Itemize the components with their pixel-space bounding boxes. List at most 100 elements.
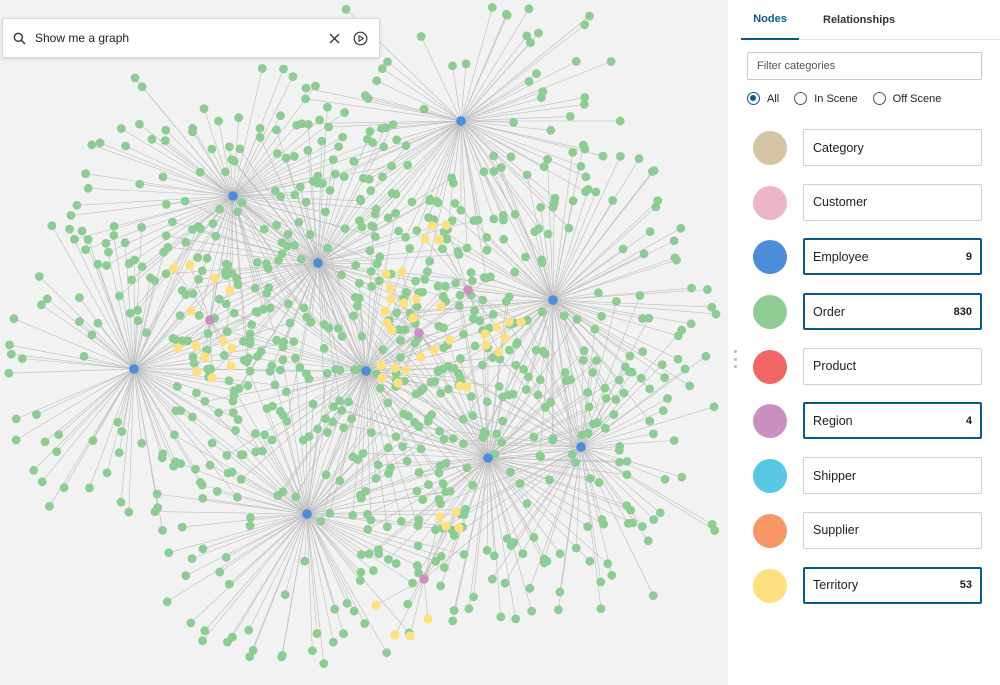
employee-node[interactable]: [313, 258, 323, 268]
order-node[interactable]: [462, 463, 472, 473]
order-node[interactable]: [548, 434, 558, 443]
employee-node[interactable]: [361, 366, 371, 376]
tab-relationships[interactable]: Relationships: [799, 0, 895, 40]
order-node[interactable]: [580, 100, 589, 109]
order-node[interactable]: [263, 264, 273, 273]
order-node[interactable]: [546, 125, 556, 135]
territory-node[interactable]: [390, 630, 400, 640]
order-node[interactable]: [308, 399, 318, 409]
order-node[interactable]: [435, 426, 444, 436]
order-node[interactable]: [316, 516, 326, 526]
order-node[interactable]: [676, 223, 686, 233]
order-node[interactable]: [180, 196, 190, 206]
order-node[interactable]: [47, 221, 57, 231]
order-node[interactable]: [414, 515, 424, 525]
order-node[interactable]: [372, 76, 382, 86]
order-node[interactable]: [93, 259, 103, 269]
order-node[interactable]: [198, 544, 208, 554]
order-node[interactable]: [449, 364, 459, 373]
order-node[interactable]: [459, 510, 469, 520]
order-node[interactable]: [648, 591, 658, 600]
order-node[interactable]: [164, 548, 174, 558]
order-node[interactable]: [357, 550, 366, 559]
order-node[interactable]: [363, 525, 373, 534]
order-node[interactable]: [317, 136, 327, 146]
territory-node[interactable]: [393, 378, 403, 388]
territory-node[interactable]: [207, 373, 217, 383]
order-node[interactable]: [281, 387, 291, 397]
order-node[interactable]: [622, 470, 632, 479]
order-node[interactable]: [533, 390, 543, 400]
territory-node[interactable]: [226, 361, 236, 371]
order-node[interactable]: [431, 556, 441, 566]
order-node[interactable]: [525, 583, 535, 593]
category-color-swatch[interactable]: [753, 131, 787, 165]
order-node[interactable]: [496, 612, 506, 622]
territory-node[interactable]: [435, 512, 445, 522]
order-node[interactable]: [479, 167, 489, 177]
category-item-category[interactable]: Category: [803, 129, 982, 166]
order-node[interactable]: [350, 365, 360, 374]
order-node[interactable]: [449, 606, 459, 615]
order-node[interactable]: [649, 166, 659, 176]
order-node[interactable]: [585, 556, 595, 566]
order-node[interactable]: [378, 172, 387, 182]
order-node[interactable]: [534, 28, 543, 38]
order-node[interactable]: [200, 396, 210, 406]
category-color-swatch[interactable]: [753, 295, 787, 330]
category-item-customer[interactable]: Customer: [803, 183, 982, 221]
order-node[interactable]: [464, 604, 474, 614]
category-color-swatch[interactable]: [753, 568, 787, 603]
order-node[interactable]: [527, 606, 537, 616]
employee-node[interactable]: [576, 442, 586, 452]
order-node[interactable]: [142, 328, 151, 337]
order-node[interactable]: [384, 555, 393, 564]
order-node[interactable]: [66, 211, 76, 220]
order-node[interactable]: [354, 293, 364, 303]
order-node[interactable]: [506, 467, 515, 477]
order-node[interactable]: [222, 451, 232, 460]
order-node[interactable]: [529, 432, 539, 442]
order-node[interactable]: [256, 347, 266, 356]
order-node[interactable]: [643, 536, 653, 546]
order-node[interactable]: [644, 313, 654, 323]
category-item-order[interactable]: Order 830: [803, 293, 982, 331]
order-node[interactable]: [660, 373, 670, 382]
order-node[interactable]: [596, 577, 606, 587]
order-node[interactable]: [489, 214, 499, 224]
order-node[interactable]: [300, 556, 310, 566]
order-node[interactable]: [273, 149, 282, 159]
order-node[interactable]: [568, 148, 578, 157]
order-node[interactable]: [224, 376, 234, 386]
order-node[interactable]: [88, 436, 98, 445]
order-node[interactable]: [561, 376, 571, 385]
order-node[interactable]: [333, 324, 343, 333]
order-node[interactable]: [248, 645, 258, 655]
order-node[interactable]: [340, 108, 349, 117]
order-node[interactable]: [323, 243, 332, 253]
order-node[interactable]: [245, 521, 255, 531]
order-node[interactable]: [175, 311, 185, 320]
order-node[interactable]: [469, 592, 478, 602]
order-node[interactable]: [325, 509, 335, 518]
order-node[interactable]: [571, 543, 581, 553]
order-node[interactable]: [555, 587, 565, 597]
order-node[interactable]: [543, 229, 553, 239]
order-node[interactable]: [436, 581, 446, 591]
order-node[interactable]: [188, 412, 197, 422]
order-node[interactable]: [222, 327, 232, 336]
order-node[interactable]: [150, 507, 160, 516]
order-node[interactable]: [432, 196, 441, 206]
order-node[interactable]: [221, 553, 231, 562]
order-node[interactable]: [634, 154, 644, 164]
order-node[interactable]: [497, 437, 507, 447]
order-node[interactable]: [383, 213, 393, 223]
order-node[interactable]: [383, 398, 393, 408]
order-node[interactable]: [339, 172, 349, 182]
order-node[interactable]: [440, 563, 449, 572]
order-node[interactable]: [257, 64, 267, 73]
order-node[interactable]: [229, 408, 238, 417]
order-node[interactable]: [470, 306, 479, 316]
order-node[interactable]: [301, 83, 311, 93]
territory-node[interactable]: [405, 631, 415, 641]
